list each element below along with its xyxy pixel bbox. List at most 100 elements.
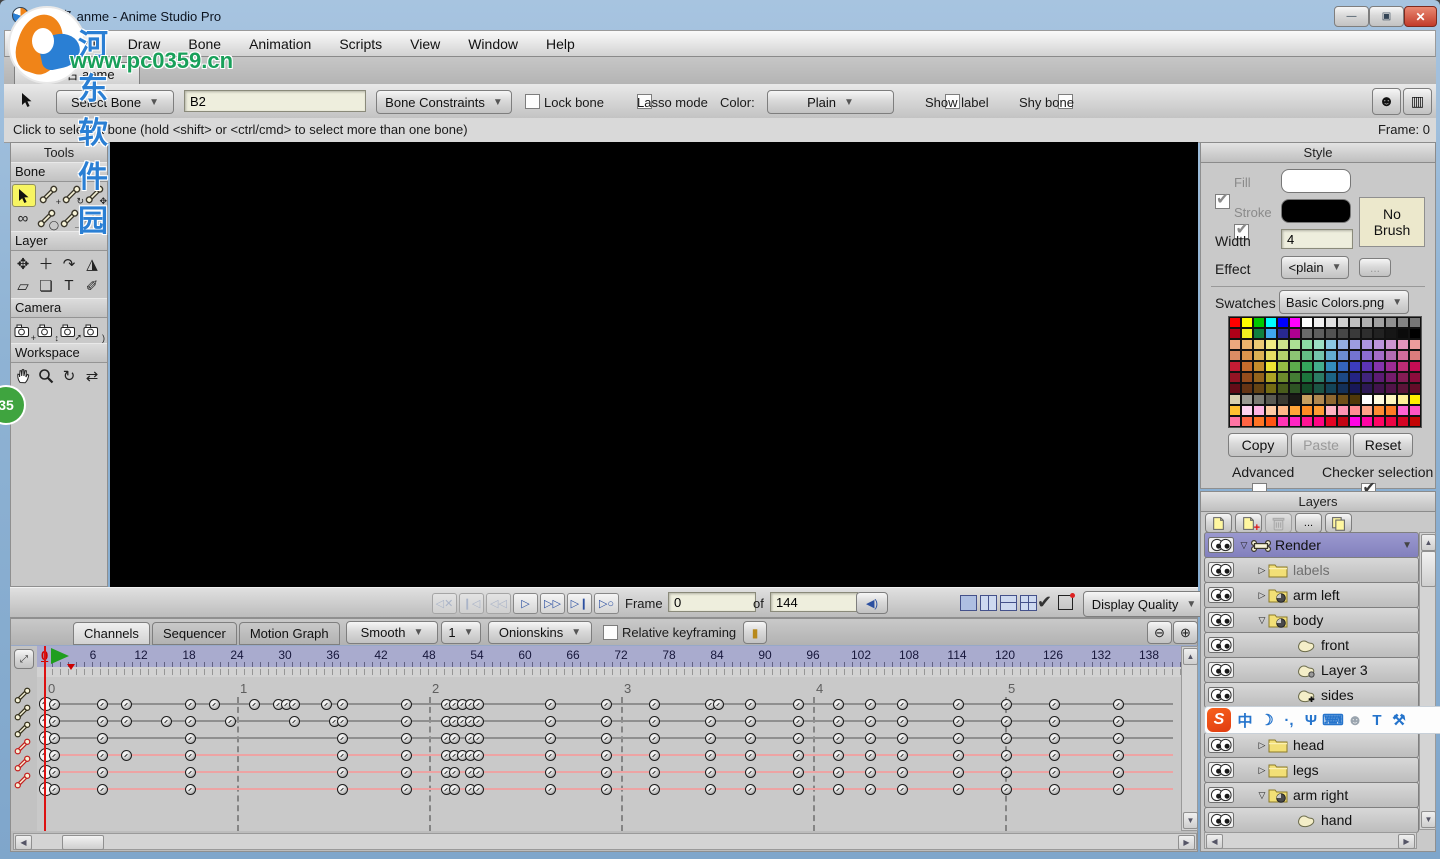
ime-moon-icon[interactable]: ☽ [1256,711,1278,729]
palette-swatch[interactable] [1349,372,1361,383]
keyframe-dot[interactable] [1113,699,1124,710]
keyframe-dot[interactable] [473,784,484,795]
keyframe-dot[interactable] [897,733,908,744]
palette-swatch[interactable] [1373,361,1385,372]
palette-swatch[interactable] [1349,339,1361,350]
ime-punctuation-icon[interactable]: ·, [1278,712,1300,729]
keyframe-dot[interactable] [1001,699,1012,710]
palette-swatch[interactable] [1385,361,1397,372]
palette-swatch[interactable] [1349,405,1361,416]
layer-expander-icon[interactable]: ▷ [1256,765,1268,776]
keyframe-dot[interactable] [1113,733,1124,744]
timeline-vertical-scrollbar[interactable]: ▲ ▼ [1181,646,1198,831]
effect-more-button[interactable]: ... [1359,258,1391,277]
scroll-up-button[interactable]: ▲ [1183,648,1198,665]
palette-swatch[interactable] [1229,328,1241,339]
keyframe-dot[interactable] [705,784,716,795]
keyframe-dot[interactable] [865,699,876,710]
palette-swatch[interactable] [1241,339,1253,350]
keyframe-dot[interactable] [121,750,132,761]
timeline-zoom-out-button[interactable]: ⊖ [1147,621,1172,644]
palette-swatch[interactable] [1337,405,1349,416]
keyframe-dot[interactable] [745,733,756,744]
orbit-workspace-tool[interactable]: ⇄ [81,365,103,386]
palette-swatch[interactable] [1325,394,1337,405]
palette-swatch[interactable] [1289,328,1301,339]
layer-row-layer-3[interactable]: Layer 3 [1204,657,1419,683]
palette-swatch[interactable] [1265,328,1277,339]
palette-swatch[interactable] [1325,383,1337,394]
palette-swatch[interactable] [1313,416,1325,427]
keyframe-dot[interactable] [401,733,412,744]
palette-swatch[interactable] [1349,383,1361,394]
palette-swatch[interactable] [1265,416,1277,427]
ime-chinese-icon[interactable]: 中 [1234,710,1256,731]
keyframe-dot[interactable] [185,784,196,795]
keyframe-dot[interactable] [545,767,556,778]
layers-panel-header[interactable]: Layers [1200,491,1436,512]
layer-row-sides[interactable]: sides [1204,682,1419,708]
keyframe-dot[interactable] [953,733,964,744]
next-keyframe-button[interactable]: ▷❙ [567,593,592,614]
layer-row-front[interactable]: front [1204,632,1419,658]
loop-count-dropdown[interactable]: 1▼ [441,621,481,644]
palette-swatch[interactable] [1313,405,1325,416]
scroll-down-button[interactable]: ▼ [1183,812,1198,829]
keyframe-dot[interactable] [1113,784,1124,795]
palette-swatch[interactable] [1373,317,1385,328]
palette-swatch[interactable] [1277,383,1289,394]
keyframe-dot[interactable] [649,716,660,727]
palette-swatch[interactable] [1397,317,1409,328]
display-quality-dropdown[interactable]: Display Quality▼ [1083,591,1205,617]
palette-swatch[interactable] [1373,372,1385,383]
keyframe-dot[interactable] [705,733,716,744]
relative-keyframing-checkbox[interactable] [603,625,618,640]
zoom-camera-tool[interactable]: ↕ [35,320,57,341]
frame-number-input[interactable] [668,592,756,612]
keyframe-dot[interactable] [449,784,460,795]
timeline-zoom-in-button[interactable]: ⊕ [1173,621,1198,644]
palette-swatch[interactable] [1229,372,1241,383]
stroke-color-swatch[interactable] [1281,199,1351,223]
palette-swatch[interactable] [1277,350,1289,361]
keyframe-dot[interactable] [185,733,196,744]
bone-name-input[interactable] [184,90,366,112]
keyframe-dot[interactable] [705,750,716,761]
scroll-down-button[interactable]: ▼ [1421,811,1436,828]
keyframe-dot[interactable] [833,784,844,795]
rotate-workspace-tool[interactable]: ↻ [58,365,80,386]
palette-swatch[interactable] [1397,405,1409,416]
palette-swatch[interactable] [1385,416,1397,427]
keyframe-dot[interactable] [49,733,60,744]
palette-swatch[interactable] [1361,383,1373,394]
step-back-button[interactable]: ◁◁ [486,593,511,614]
play-cursor-icon[interactable] [51,648,69,664]
timeline-playhead[interactable] [44,646,46,831]
palette-swatch[interactable] [1265,350,1277,361]
layer-row-body[interactable]: ▽body [1204,607,1419,633]
jump-start-button[interactable]: ◁✕ [432,593,457,614]
layer-row-render[interactable]: ▽Render▼ [1204,532,1419,558]
marquee-select-icon[interactable] [1058,595,1073,610]
layer-row-hand[interactable]: hand [1204,807,1419,833]
keyframe-dot[interactable] [473,699,484,710]
palette-swatch[interactable] [1409,416,1421,427]
timeline-tab-channels[interactable]: Channels [73,622,150,645]
onionskins-dropdown[interactable]: Onionskins▼ [488,621,592,644]
keyframe-dot[interactable] [745,784,756,795]
ime-logo[interactable]: S [1207,708,1231,732]
palette-swatch[interactable] [1229,416,1241,427]
menu-help[interactable]: Help [544,32,577,56]
palette-swatch[interactable] [1289,361,1301,372]
maximize-button[interactable]: ▣ [1369,6,1404,27]
keyframe-dot[interactable] [1049,716,1060,727]
tools-section-camera[interactable]: Camera [11,298,107,318]
keyframe-dot[interactable] [473,750,484,761]
palette-swatch[interactable] [1397,328,1409,339]
palette-swatch[interactable] [1337,372,1349,383]
palette-swatch[interactable] [1253,361,1265,372]
add-layer-tool[interactable]: ＋ [35,253,57,274]
new-layer-button[interactable] [1205,513,1232,533]
palette-swatch[interactable] [1265,383,1277,394]
swatches-dropdown[interactable]: Basic Colors.png▼ [1279,290,1409,314]
